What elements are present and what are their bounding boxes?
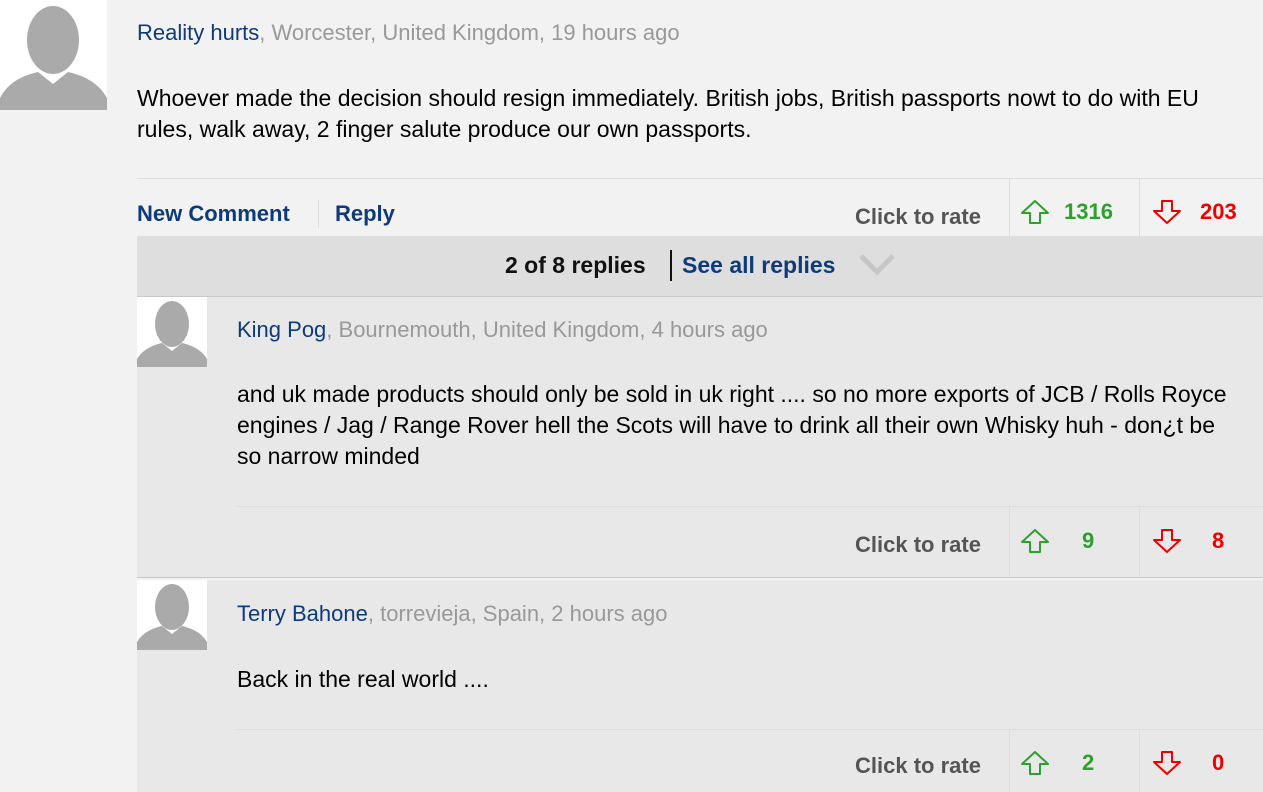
replies-count: 2 of 8 replies (505, 252, 646, 278)
divider (670, 250, 672, 281)
downvote-count: 203 (1200, 199, 1237, 224)
upvote-button[interactable]: 1316 (1020, 199, 1113, 225)
upvote-count: 1316 (1064, 199, 1113, 224)
downvote-count: 8 (1212, 528, 1225, 553)
see-all-replies-link[interactable]: See all replies (682, 252, 835, 279)
divider (137, 577, 1263, 578)
click-to-rate-label: Click to rate (855, 532, 981, 557)
avatar-placeholder-icon (137, 297, 207, 367)
click-to-rate-label: Click to rate (855, 204, 981, 229)
divider (1139, 507, 1140, 577)
reply-meta: Terry Bahone, torrevieja, Spain, 2 hours… (237, 601, 667, 627)
reply-location-time: , Bournemouth, United Kingdom, 4 hours a… (326, 317, 768, 342)
reply-item: King Pog, Bournemouth, United Kingdom, 4… (137, 297, 1263, 577)
replies-bar: 2 of 8 replies See all replies (137, 236, 1263, 297)
divider (137, 178, 1263, 179)
down-arrow-icon (1153, 200, 1181, 224)
divider (318, 200, 319, 228)
avatar (137, 297, 207, 367)
reply-meta: King Pog, Bournemouth, United Kingdom, 4… (237, 317, 768, 343)
upvote-button[interactable]: 9 (1020, 528, 1094, 554)
upvote-count: 9 (1082, 528, 1095, 553)
divider (237, 506, 1263, 507)
reply-item: Terry Bahone, torrevieja, Spain, 2 hours… (137, 580, 1263, 792)
comment-author-link[interactable]: Reality hurts (137, 20, 259, 45)
downvote-button[interactable]: 8 (1152, 528, 1224, 554)
downvote-button[interactable]: 0 (1152, 750, 1224, 776)
reply-author-link[interactable]: Terry Bahone (237, 601, 368, 626)
downvote-button[interactable]: 203 (1152, 199, 1237, 225)
comment-text: Whoever made the decision should resign … (137, 85, 1199, 142)
click-to-rate-label: Click to rate (855, 753, 981, 778)
divider (1009, 730, 1010, 792)
divider (1009, 507, 1010, 577)
reply-text: and uk made products should only be sold… (237, 381, 1227, 469)
up-arrow-icon (1021, 751, 1049, 775)
up-arrow-icon (1021, 529, 1049, 553)
divider (1139, 179, 1140, 236)
chevron-down-icon[interactable] (859, 252, 895, 276)
divider (1009, 179, 1010, 236)
avatar (137, 580, 207, 650)
reply-location-time: , torrevieja, Spain, 2 hours ago (367, 601, 668, 626)
downvote-count: 0 (1212, 750, 1225, 775)
up-arrow-icon (1021, 200, 1049, 224)
avatar-placeholder-icon (137, 580, 207, 650)
reply-button[interactable]: Reply (335, 201, 395, 227)
down-arrow-icon (1153, 529, 1181, 553)
divider (1139, 730, 1140, 792)
avatar (0, 0, 107, 110)
reply-text: Back in the real world .... (237, 666, 489, 692)
upvote-count: 2 (1082, 750, 1095, 775)
reply-author-link[interactable]: King Pog (237, 317, 326, 342)
comment-location-time: , Worcester, United Kingdom, 19 hours ag… (259, 20, 680, 45)
avatar-placeholder-icon (0, 0, 107, 110)
divider (237, 729, 1263, 730)
upvote-button[interactable]: 2 (1020, 750, 1094, 776)
comment-meta: Reality hurts, Worcester, United Kingdom… (137, 20, 680, 46)
new-comment-button[interactable]: New Comment (137, 201, 290, 227)
down-arrow-icon (1153, 751, 1181, 775)
